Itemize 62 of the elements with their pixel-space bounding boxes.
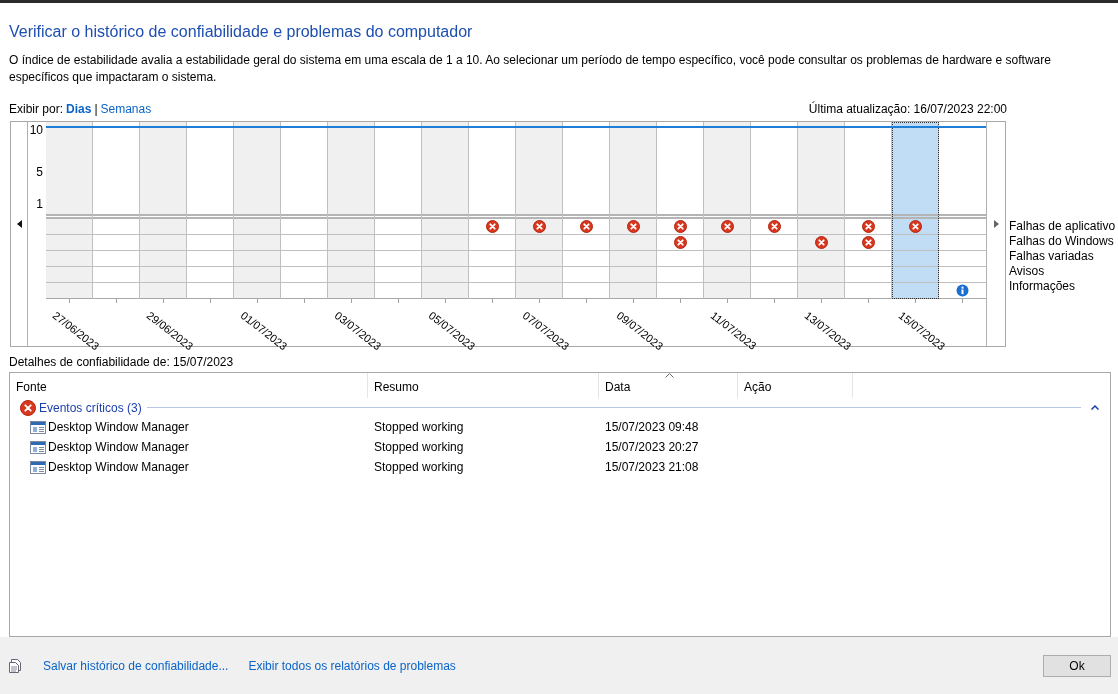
view-by-label: Exibir por: [9, 102, 64, 116]
column-header[interactable]: Ação [738, 373, 853, 398]
legend-label: Falhas variadas [1009, 249, 1095, 264]
source-cell: Desktop Window Manager [48, 440, 189, 454]
error-icon [673, 236, 687, 249]
date-cell-text: 15/07/2023 09:48 [604, 420, 700, 434]
y-tick-label: 5 [36, 165, 43, 179]
legend-label: Falhas do Windows [1009, 234, 1115, 249]
summary-cell-text: Stopped working [373, 460, 465, 474]
scroll-right-button[interactable] [991, 218, 1001, 230]
window-icon [30, 460, 46, 474]
last-update-text: Última atualização: 16/07/2023 22:00 [808, 102, 1007, 116]
info-icon [956, 284, 969, 297]
source-cell: Desktop Window Manager [48, 420, 189, 434]
footer-link[interactable]: Exibir todos os relatórios de problemas [248, 658, 456, 673]
error-icon [485, 220, 499, 233]
view-option-link[interactable]: Dias [66, 102, 92, 116]
error-icon [861, 236, 875, 249]
day-column[interactable] [469, 122, 516, 299]
collapse-button[interactable] [1090, 402, 1100, 413]
column-header[interactable]: Fonte [10, 373, 368, 398]
error-icon [579, 220, 593, 233]
legend-label: Falhas de aplicativo [1009, 219, 1116, 234]
y-tick-label: 10 [29, 123, 43, 137]
error-icon [626, 220, 640, 233]
error-icon [20, 399, 36, 416]
day-column[interactable] [657, 122, 704, 299]
separator-text: | [94, 102, 98, 116]
details-title: Detalhes de confiabilidade de: 15/07/2023 [9, 355, 235, 369]
day-column[interactable] [563, 122, 610, 299]
page-title: Verificar o histórico de confiabilidade e problemas do computador [9, 23, 474, 41]
view-option-link[interactable]: Semanas [100, 102, 152, 116]
document-icon [9, 658, 23, 673]
day-column[interactable] [751, 122, 798, 299]
right-triangle-icon [993, 220, 999, 228]
source-cell: Desktop Window Manager [48, 460, 189, 474]
error-icon [673, 220, 687, 233]
chevron-up-icon [1091, 405, 1099, 410]
error-icon [814, 236, 828, 249]
error-icon [908, 220, 922, 233]
y-tick-label: 1 [36, 197, 43, 211]
left-triangle-icon [16, 220, 22, 228]
date-cell-text: 15/07/2023 20:27 [604, 440, 700, 454]
column-header[interactable]: Data [599, 373, 738, 398]
error-icon [720, 220, 734, 233]
window-icon [30, 440, 46, 454]
day-column[interactable] [845, 122, 892, 299]
summary-cell-text: Stopped working [373, 440, 465, 454]
date-cell-text: 15/07/2023 21:08 [604, 460, 700, 474]
error-icon [532, 220, 546, 233]
legend-label: Avisos [1009, 264, 1046, 279]
window-icon [30, 420, 46, 434]
error-icon [861, 220, 875, 233]
legend-label: Informações [1009, 279, 1077, 294]
footer-link[interactable]: Salvar histórico de confiabilidade... [43, 658, 229, 673]
group-label: Eventos críticos (3) [39, 400, 142, 415]
description-text: O índice de estabilidade avalia a estabilidade geral do sistema em uma escala de 1 a 10. Ao selecionar um período de tempo específico, você pode consultar os problemas de hardware e software específicos que impactaram o sistema. [9, 52, 1052, 86]
day-column[interactable] [892, 122, 939, 299]
summary-cell-text: Stopped working [373, 420, 465, 434]
column-header[interactable]: Resumo [368, 373, 599, 398]
ok-button[interactable]: Ok [1043, 654, 1111, 677]
error-icon [767, 220, 781, 233]
